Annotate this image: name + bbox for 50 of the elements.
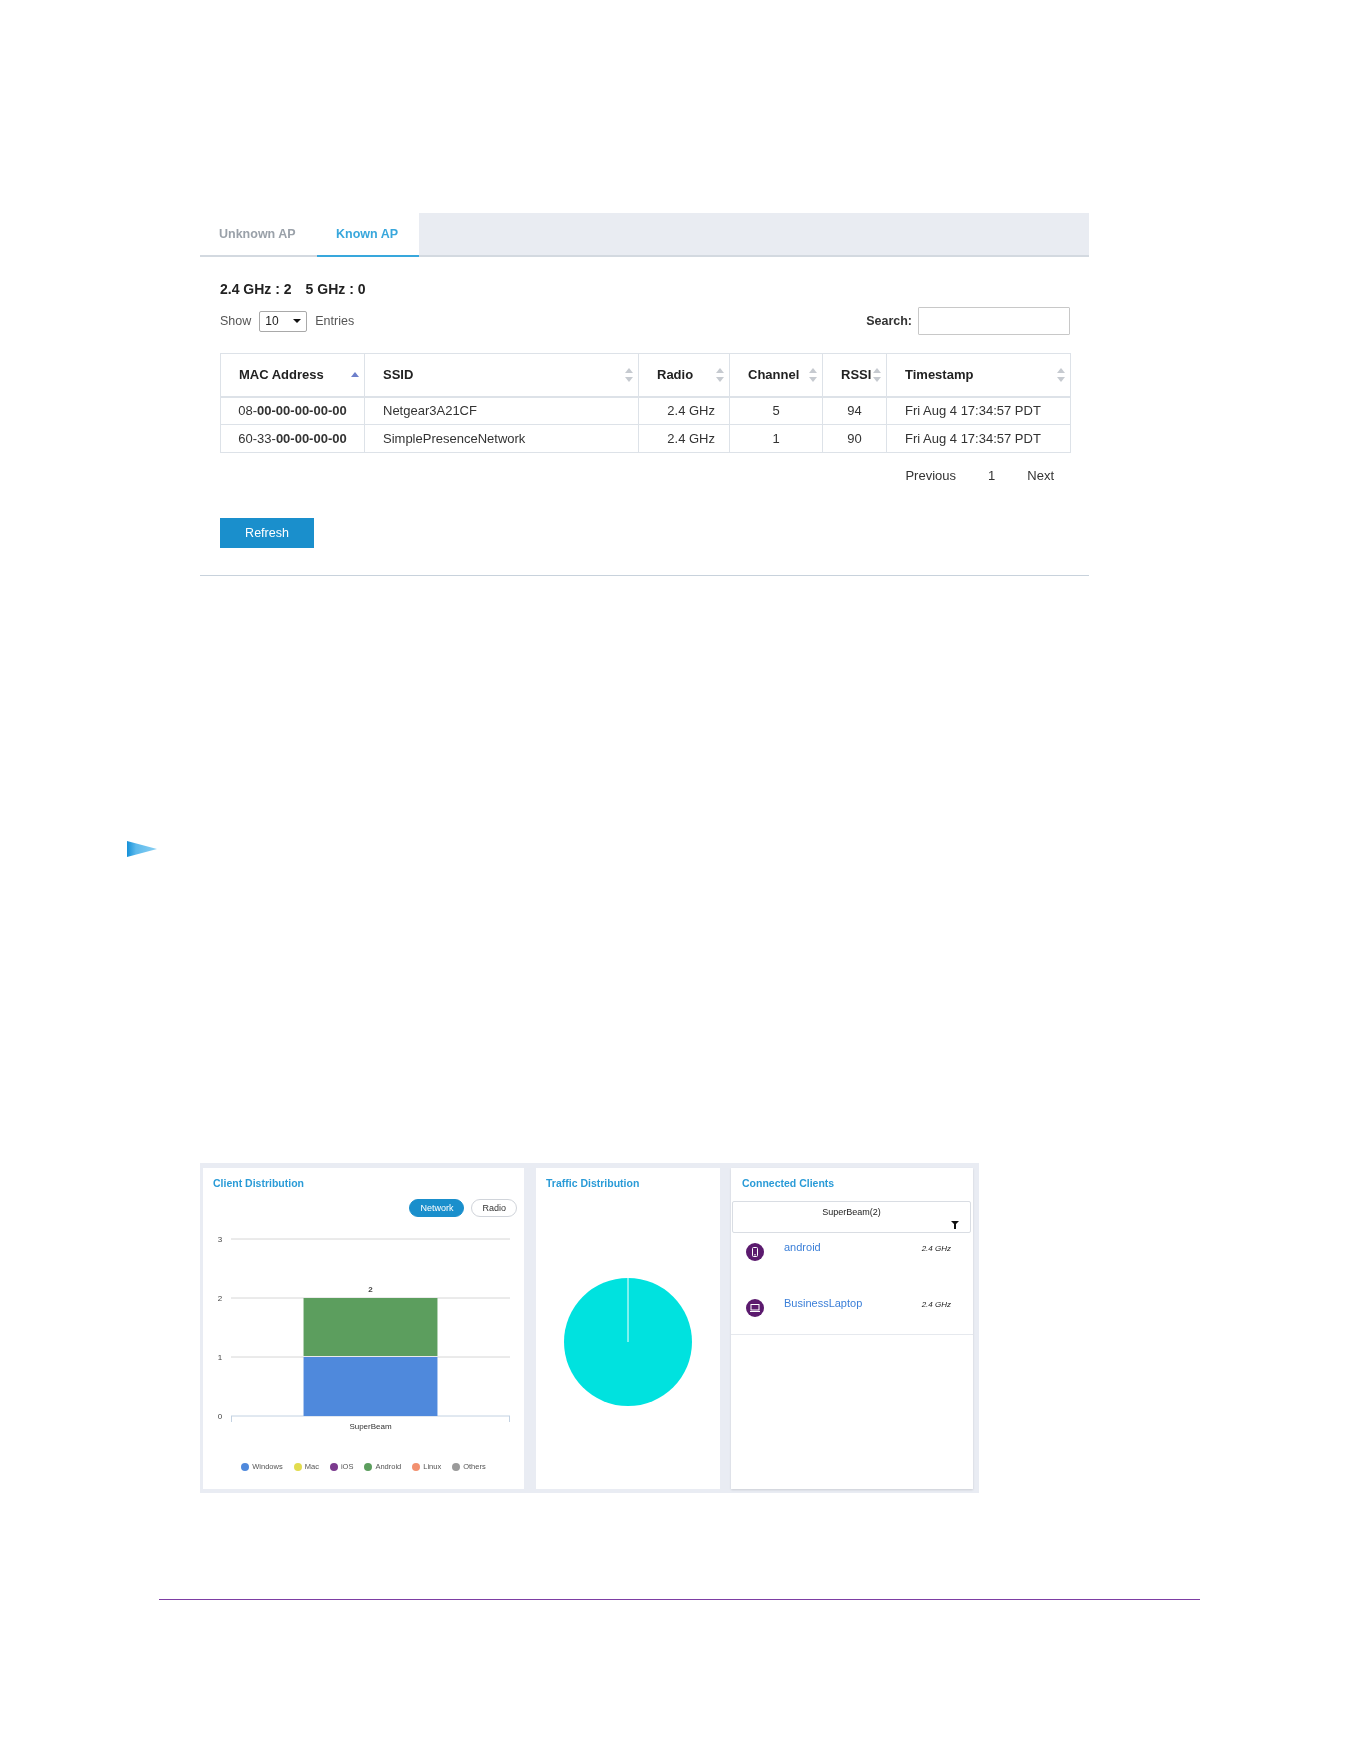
refresh-button[interactable]: Refresh [220,518,314,548]
search-label: Search: [866,313,912,329]
entries-select[interactable]: 10 [259,310,308,332]
filter-icon [951,1221,959,1229]
axis-tick-label: 0 [217,1412,223,1421]
network-select[interactable]: SuperBeam(2) [732,1201,971,1233]
search-field[interactable] [918,307,1070,335]
table-cell: 94 [822,396,887,425]
axis-tick-label: 3 [217,1235,223,1244]
table-cell: 5 [729,396,823,425]
table-cell: 08-00-00-00-00-00 [220,396,365,425]
client-name-link[interactable]: BusinessLaptop [784,1297,922,1310]
column-header[interactable]: RSSI [822,353,887,397]
caret-icon [293,319,302,323]
table-cell: Fri Aug 4 17:34:57 PDT [886,396,1071,425]
column-header[interactable]: Timestamp [886,353,1071,397]
table-cell: 60-33-00-00-00-00 [220,424,365,453]
page-link[interactable]: 1 [988,467,996,485]
show-label: Show [220,313,252,329]
column-header[interactable]: Channel [729,353,823,397]
table-cell: Fri Aug 4 17:34:57 PDT [886,424,1071,453]
axis-category-label: SuperBeam [349,1422,392,1431]
client-name-link[interactable]: android [784,1241,922,1254]
band-count: 2.4 GHz : 2 [220,280,292,298]
next-link[interactable]: Next [1027,467,1054,485]
card-title: Traffic Distribution [546,1177,640,1190]
table-cell: Netgear3A21CF [364,396,639,425]
axis-tick-label: 1 [217,1353,223,1362]
table-cell: 2.4 GHz [638,424,730,453]
axis-tick-label: 2 [217,1294,223,1303]
previous-link[interactable]: Previous [905,467,957,485]
bar-value-label: 2 [368,1285,373,1294]
column-header[interactable]: Radio [638,353,730,397]
band-count: 5 GHz : 0 [305,280,366,298]
phone-icon [746,1243,764,1261]
card-title: Connected Clients [742,1177,835,1190]
table-cell: 90 [822,424,887,453]
column-header[interactable]: SSID [364,353,639,397]
frequency-label: 2.4 GHz [921,1300,951,1310]
toggle-button[interactable]: Network [409,1199,465,1217]
column-header[interactable]: MAC Address [220,353,365,397]
laptop-icon [746,1299,764,1317]
table-cell: SimplePresenceNetwork [364,424,639,453]
card-title: Client Distribution [213,1177,304,1190]
frequency-label: 2.4 GHz [921,1244,951,1254]
table-cell: 2.4 GHz [638,396,730,425]
table-cell: 1 [729,424,823,453]
pointer-arrow-icon [127,841,157,857]
toggle-button[interactable]: Radio [471,1199,517,1217]
entries-label: Entries [315,313,355,329]
